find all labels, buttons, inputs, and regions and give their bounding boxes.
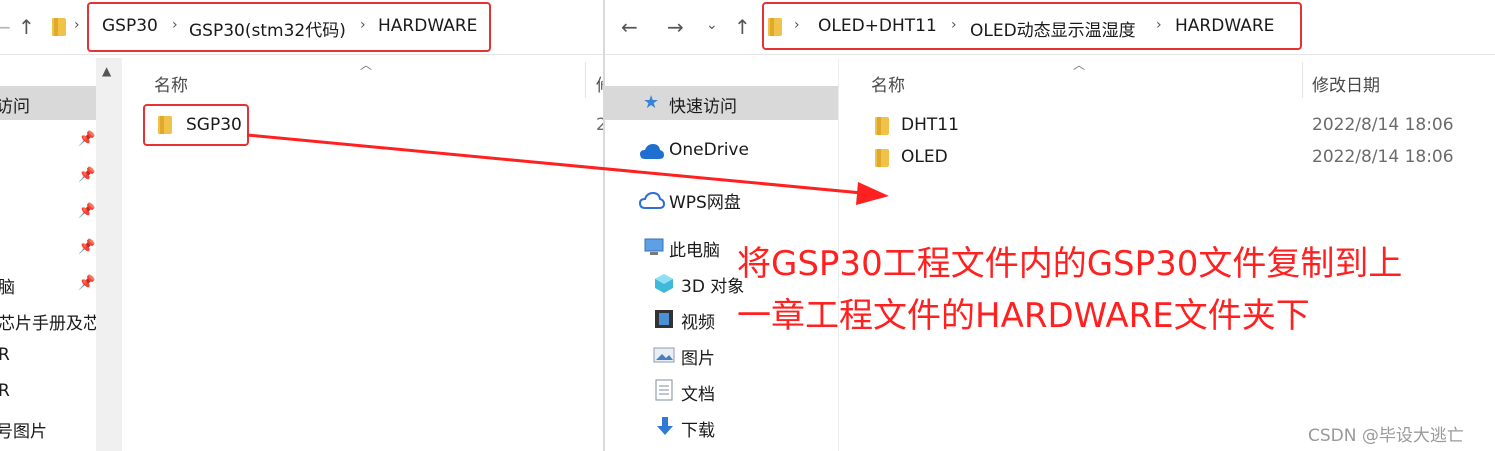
annotation-line-1: 将GSP30工程文件内的GSP30文件复制到上 [737, 244, 1403, 284]
red-arrow [246, 133, 889, 205]
csdn-watermark: CSDN @毕设大逃亡 [1308, 426, 1464, 446]
annotation-line-2: 一章工程文件的HARDWARE文件夹下 [737, 296, 1310, 336]
